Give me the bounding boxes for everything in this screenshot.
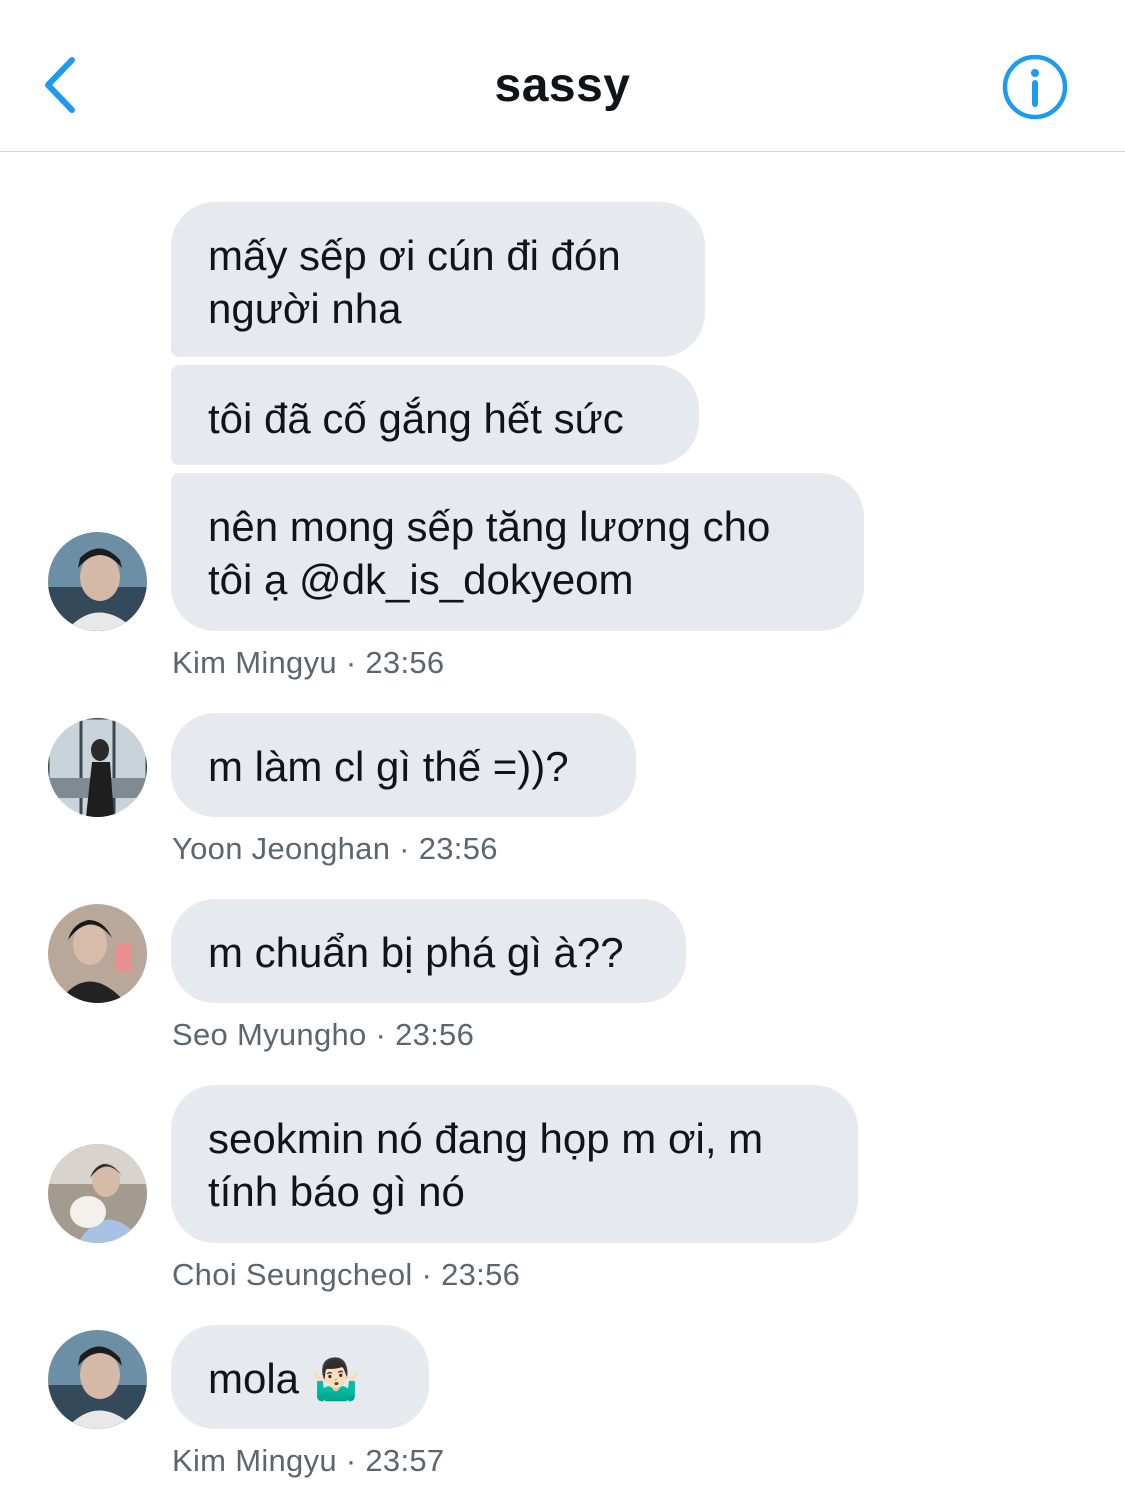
separator: ·	[366, 1017, 396, 1052]
message-text: mấy sếp ơi cún đi đón người nha	[208, 232, 621, 332]
message-text: tôi đã cố gắng hết sức	[208, 395, 624, 442]
info-button[interactable]	[1000, 52, 1070, 122]
message-text: seokmin nó đang họp m ơi, m tính báo gì …	[208, 1115, 764, 1215]
message-text: m chuẩn bị phá gì à??	[208, 929, 624, 976]
separator: ·	[336, 1443, 366, 1478]
avatar[interactable]	[48, 532, 147, 631]
info-circle-icon	[1002, 54, 1068, 120]
conversation-title: sassy	[494, 59, 631, 112]
message-bubble[interactable]: seokmin nó đang họp m ơi, m tính báo gì …	[171, 1085, 858, 1243]
author-name: Seo Myungho	[172, 1017, 367, 1052]
message-text: m làm cl gì thế =))?	[208, 743, 569, 790]
conversation-header: sassy	[0, 0, 1125, 152]
message-meta: Seo Myungho · 23:56	[172, 1017, 474, 1053]
timestamp: 23:56	[365, 645, 445, 680]
timestamp: 23:56	[418, 831, 498, 866]
message-text: mola	[208, 1355, 300, 1402]
message-bubble[interactable]: mấy sếp ơi cún đi đón người nha	[171, 202, 705, 357]
timestamp: 23:56	[395, 1017, 475, 1052]
avatar[interactable]	[48, 718, 147, 817]
message-meta: Kim Mingyu · 23:57	[172, 1443, 444, 1479]
message-bubble[interactable]: m chuẩn bị phá gì à??	[171, 899, 686, 1003]
shrug-emoji: 🤷🏻‍♂️	[311, 1357, 361, 1403]
author-name: Choi Seungcheol	[172, 1257, 413, 1292]
avatar[interactable]	[48, 904, 147, 1003]
separator: ·	[390, 831, 419, 866]
avatar[interactable]	[48, 1144, 147, 1243]
timestamp: 23:56	[441, 1257, 521, 1292]
message-text: nên mong sếp tăng lương cho tôi ạ @dk_is…	[208, 503, 771, 603]
message-meta: Kim Mingyu · 23:56	[172, 645, 444, 681]
author-name: Yoon Jeonghan	[172, 831, 391, 866]
message-meta: Choi Seungcheol · 23:56	[172, 1257, 520, 1293]
message-bubble[interactable]: tôi đã cố gắng hết sức	[171, 365, 699, 465]
message-bubble[interactable]: m làm cl gì thế =))?	[171, 713, 636, 817]
separator: ·	[412, 1257, 442, 1292]
message-bubble[interactable]: nên mong sếp tăng lương cho tôi ạ @dk_is…	[171, 473, 864, 631]
author-name: Kim Mingyu	[172, 645, 337, 680]
timestamp: 23:57	[365, 1443, 445, 1478]
message-meta: Yoon Jeonghan · 23:56	[172, 831, 498, 867]
author-name: Kim Mingyu	[172, 1443, 337, 1478]
separator: ·	[336, 645, 366, 680]
message-bubble[interactable]: mola 🤷🏻‍♂️	[171, 1325, 429, 1429]
avatar[interactable]	[48, 1330, 147, 1429]
